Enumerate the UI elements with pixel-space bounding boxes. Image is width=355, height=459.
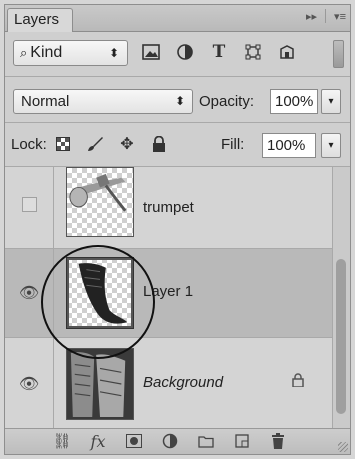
panel-menu-icon[interactable]: ▾≡ [334,10,346,23]
lock-row: Lock: ✥ Fill: 100% ▾ [5,123,350,167]
lock-label: Lock: [11,136,47,153]
trumpet-thumbnail-image [69,173,127,212]
link-layers-icon[interactable]: ⛓ [52,431,72,451]
select-arrows-icon: ⬍ [174,94,185,108]
layer-row-layer-1[interactable]: 👁 Layer 1 [5,249,332,338]
layer-style-fx-icon[interactable]: fx [88,431,108,451]
bottom-toolbar: ⛓ fx [5,428,350,454]
double-chevron-right-icon[interactable]: ▸▸ [306,10,317,23]
filter-kind-select[interactable]: ⌕ Kind ⬍ [13,40,128,66]
filter-row: ⌕ Kind ⬍ T [5,31,350,77]
eye-icon: 👁 [18,285,40,302]
tab-layers[interactable]: Layers [7,8,73,32]
lock-image-pixels-icon[interactable] [85,134,105,154]
layer-row-trumpet[interactable]: trumpet [5,167,332,249]
scrollbar-thumb[interactable] [336,259,346,414]
lock-position-icon[interactable]: ✥ [117,134,137,154]
pixel-layer-filter-icon[interactable] [141,41,161,63]
blend-row: Normal ⬍ Opacity: 100% ▾ [5,77,350,123]
blend-mode-value: Normal [21,93,70,110]
select-arrows-icon: ⬍ [108,46,119,60]
layer-1-thumbnail-image [78,263,128,324]
new-group-icon[interactable] [196,431,216,451]
type-layer-filter-icon[interactable]: T [209,41,229,63]
layers-scrollbar[interactable] [332,167,350,430]
resize-grip[interactable] [338,442,348,452]
lock-transparent-pixels-icon[interactable] [53,134,73,154]
new-layer-icon[interactable] [232,431,252,451]
blend-mode-select[interactable]: Normal ⬍ [13,89,193,114]
smart-object-filter-icon[interactable] [277,41,297,63]
adjustment-layer-filter-icon[interactable] [175,41,195,63]
shape-layer-filter-icon[interactable] [243,41,263,63]
opacity-label: Opacity: [199,93,255,110]
opacity-dropdown-button[interactable]: ▾ [321,89,341,114]
filter-toggle-switch[interactable] [333,40,344,68]
fill-input[interactable]: 100% [262,133,316,158]
layer-name[interactable]: trumpet [143,199,194,216]
layer-thumbnail[interactable] [66,348,134,420]
titlebar-divider [325,9,327,23]
visibility-off-box [21,197,37,212]
panel-titlebar: Layers ▸▸ ▾≡ [5,5,350,32]
layer-name[interactable]: Layer 1 [143,283,193,300]
layer-thumbnail[interactable] [66,167,134,237]
eye-icon: 👁 [18,375,40,393]
filter-kind-label: Kind [30,44,63,61]
visibility-toggle[interactable] [5,167,54,248]
lock-icon [292,373,304,391]
delete-icon[interactable] [268,431,288,451]
layer-thumbnail[interactable] [66,257,134,329]
layer-name[interactable]: Background [143,374,223,391]
layer-row-background[interactable]: 👁 Background [5,338,332,430]
layers-list: trumpet 👁 Layer 1 👁 Background [5,167,332,430]
add-mask-icon[interactable] [124,431,144,451]
visibility-toggle[interactable]: 👁 [5,338,54,429]
fill-label: Fill: [221,136,245,153]
fill-dropdown-button[interactable]: ▾ [321,133,341,158]
search-icon: ⌕ [20,45,28,60]
lock-all-icon[interactable] [149,134,169,154]
opacity-input[interactable]: 100% [270,89,318,114]
tab-layers-label: Layers [14,11,60,28]
layers-panel: Layers ▸▸ ▾≡ ⌕ Kind ⬍ T Normal ⬍ Opacity… [4,4,351,455]
adjustment-layer-icon[interactable] [160,431,180,451]
background-thumbnail-image [67,349,133,419]
visibility-toggle[interactable]: 👁 [5,249,54,337]
